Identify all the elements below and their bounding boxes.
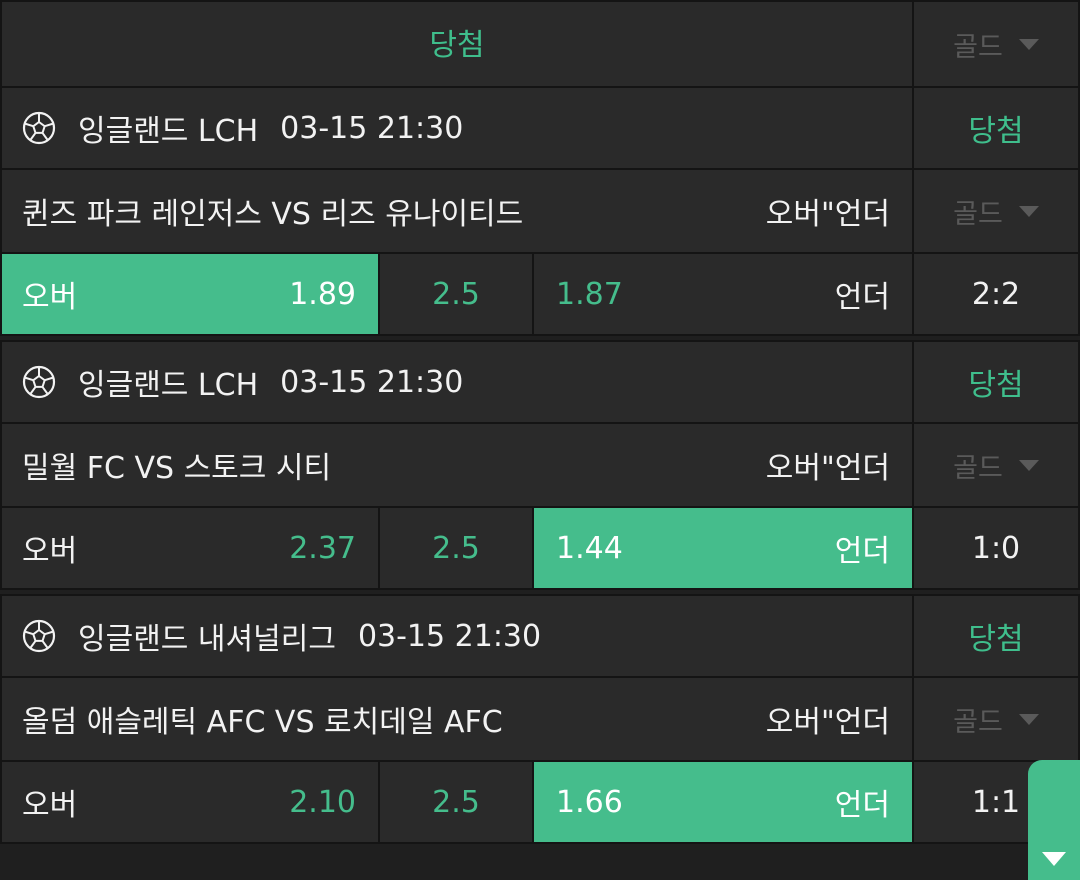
final-score: 1:0 xyxy=(971,530,1021,566)
over-odds: 1.89 xyxy=(289,276,356,312)
handicap-line: 2.5 xyxy=(432,276,480,312)
match-datetime: 03-15 21:30 xyxy=(280,110,464,146)
under-label: 언더 xyxy=(834,534,890,569)
gold-label: 골드 xyxy=(953,706,1003,738)
result-status: 당첨 xyxy=(968,622,1024,657)
result-status-cell: 당첨 xyxy=(912,86,1080,170)
gold-dropdown[interactable]: 골드 xyxy=(912,422,1080,508)
over-label: 오버 xyxy=(22,534,78,569)
bet-type-label: 오버"언더 xyxy=(765,197,890,232)
over-odds: 2.10 xyxy=(289,784,356,820)
teams-row: 올덤 애슬레틱 AFC VS 로치데일 AFC 오버"언더 골드 xyxy=(0,676,1080,762)
soccer-ball-icon xyxy=(22,619,56,653)
chevron-down-icon xyxy=(1018,38,1039,50)
handicap-line: 2.5 xyxy=(432,530,480,566)
over-label: 오버 xyxy=(22,280,78,315)
under-button[interactable]: 1.44 언더 xyxy=(532,506,914,590)
odds-row: 오버 1.89 2.5 1.87 언더 2:2 xyxy=(0,252,1080,336)
league-name: 잉글랜드 내셔널리그 xyxy=(78,622,336,657)
teams-label: 퀸즈 파크 레인저스 VS 리즈 유나이티드 xyxy=(22,197,524,232)
final-score: 1:1 xyxy=(971,784,1021,820)
under-button[interactable]: 1.66 언더 xyxy=(532,760,914,844)
under-button[interactable]: 1.87 언더 xyxy=(532,252,914,336)
over-button[interactable]: 오버 2.10 xyxy=(0,760,380,844)
header-status-cell: 당첨 xyxy=(0,0,914,88)
handicap-line-cell: 2.5 xyxy=(378,760,534,844)
under-odds: 1.44 xyxy=(556,530,623,566)
odds-row: 오버 2.10 2.5 1.66 언더 1:1 xyxy=(0,760,1080,844)
gold-label: 골드 xyxy=(953,198,1003,230)
teams-row: 밀월 FC VS 스토크 시티 오버"언더 골드 xyxy=(0,422,1080,508)
over-button[interactable]: 오버 1.89 xyxy=(0,252,380,336)
league-info-cell: 잉글랜드 내셔널리그 03-15 21:30 xyxy=(0,594,914,678)
result-status: 당첨 xyxy=(968,368,1024,403)
under-label: 언더 xyxy=(834,788,890,823)
handicap-line: 2.5 xyxy=(432,784,480,820)
teams-cell: 밀월 FC VS 스토크 시티 오버"언더 xyxy=(0,422,914,508)
gold-dropdown[interactable]: 골드 xyxy=(912,168,1080,254)
header-status-label: 당첨 xyxy=(429,28,485,63)
result-status-cell: 당첨 xyxy=(912,340,1080,424)
under-odds: 1.87 xyxy=(556,276,623,312)
gold-dropdown[interactable]: 골드 xyxy=(912,676,1080,762)
teams-label: 올덤 애슬레틱 AFC VS 로치데일 AFC xyxy=(22,705,503,740)
league-name: 잉글랜드 LCH xyxy=(78,368,259,403)
soccer-ball-icon xyxy=(22,111,56,145)
odds-row: 오버 2.37 2.5 1.44 언더 1:0 xyxy=(0,506,1080,590)
handicap-line-cell: 2.5 xyxy=(378,252,534,336)
handicap-line-cell: 2.5 xyxy=(378,506,534,590)
chevron-down-icon xyxy=(1018,459,1039,471)
teams-label: 밀월 FC VS 스토크 시티 xyxy=(22,451,332,486)
teams-cell: 퀸즈 파크 레인저스 VS 리즈 유나이티드 오버"언더 xyxy=(0,168,914,254)
league-name: 잉글랜드 LCH xyxy=(78,114,259,149)
teams-row: 퀸즈 파크 레인저스 VS 리즈 유나이티드 오버"언더 골드 xyxy=(0,168,1080,254)
teams-cell: 올덤 애슬레틱 AFC VS 로치데일 AFC 오버"언더 xyxy=(0,676,914,762)
league-info-cell: 잉글랜드 LCH 03-15 21:30 xyxy=(0,86,914,170)
header-gold-dropdown[interactable]: 골드 xyxy=(912,0,1080,88)
chevron-down-icon xyxy=(1018,713,1039,725)
under-label: 언더 xyxy=(834,280,890,315)
league-info-cell: 잉글랜드 LCH 03-15 21:30 xyxy=(0,340,914,424)
match-datetime: 03-15 21:30 xyxy=(357,618,542,654)
over-odds: 2.37 xyxy=(289,530,356,566)
bet-type-label: 오버"언더 xyxy=(765,451,890,486)
match-datetime: 03-15 21:30 xyxy=(280,364,464,400)
league-row: 잉글랜드 LCH 03-15 21:30 당첨 xyxy=(0,86,1080,170)
score-cell: 1:0 xyxy=(912,506,1080,590)
over-label: 오버 xyxy=(22,788,78,823)
under-odds: 1.66 xyxy=(556,784,623,820)
league-row: 잉글랜드 LCH 03-15 21:30 당첨 xyxy=(0,340,1080,424)
scroll-down-icon xyxy=(1042,852,1066,866)
header-row: 당첨 골드 xyxy=(0,0,1080,88)
soccer-ball-icon xyxy=(22,365,56,399)
league-row: 잉글랜드 내셔널리그 03-15 21:30 당첨 xyxy=(0,594,1080,678)
bet-type-label: 오버"언더 xyxy=(765,705,890,740)
result-status-cell: 당첨 xyxy=(912,594,1080,678)
result-status: 당첨 xyxy=(968,114,1024,149)
chevron-down-icon xyxy=(1018,205,1039,217)
over-button[interactable]: 오버 2.37 xyxy=(0,506,380,590)
gold-label: 골드 xyxy=(953,31,1003,63)
final-score: 2:2 xyxy=(971,276,1021,312)
score-cell: 2:2 xyxy=(912,252,1080,336)
scroll-down-button[interactable] xyxy=(1028,760,1080,880)
gold-label: 골드 xyxy=(953,452,1003,484)
